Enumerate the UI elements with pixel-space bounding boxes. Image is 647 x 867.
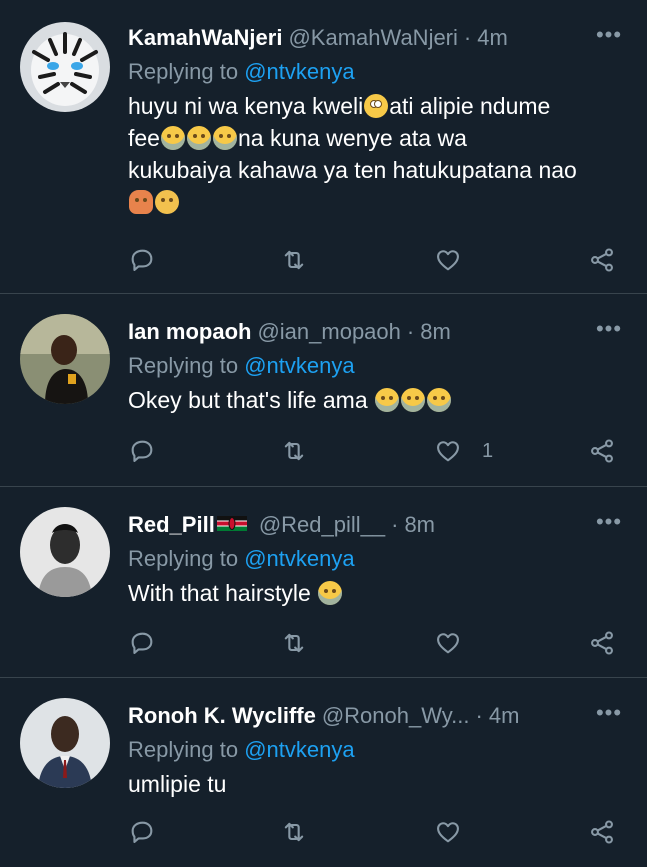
tweet-text-part: na kuna wenye ata wa — [237, 125, 467, 151]
tweet-text-part: ati alipie ndume — [389, 93, 551, 119]
display-name[interactable]: KamahWaNjeri — [128, 25, 282, 50]
reply-icon — [131, 249, 153, 271]
separator-dot: · — [406, 319, 415, 344]
replying-prefix: Replying to — [128, 353, 245, 378]
reply-button[interactable] — [128, 623, 156, 663]
rolling-laughing-emoji-icon — [375, 388, 400, 412]
rolling-laughing-emoji-icon — [427, 388, 452, 412]
retweet-icon — [284, 250, 304, 270]
tweet-text-part: fee — [128, 125, 160, 151]
share-icon — [591, 248, 613, 272]
share-button[interactable] — [588, 431, 616, 471]
mention-link[interactable]: @ntvkenya — [244, 353, 354, 378]
kenya-flag-icon — [216, 516, 247, 531]
timestamp[interactable]: 4m — [477, 25, 508, 50]
retweet-button[interactable] — [280, 431, 308, 471]
tweet-text: Okey but that's life ama — [128, 384, 627, 416]
avatar[interactable] — [20, 507, 110, 597]
like-icon — [437, 822, 459, 843]
reply-icon — [131, 440, 153, 462]
tweet-text-part: kukubaiya kahawa ya ten hatukupatana nao — [128, 157, 577, 183]
pensive-emoji-icon — [155, 190, 179, 214]
replying-to: Replying to @ntvkenya — [128, 350, 627, 382]
tweet[interactable]: KamahWaNjeri @KamahWaNjeri · 4m ••• Replyin… — [0, 0, 647, 294]
replying-prefix: Replying to — [128, 737, 245, 762]
retweet-button[interactable] — [280, 240, 308, 280]
tweet-text-part: umlipie tu — [128, 771, 227, 797]
retweet-button[interactable] — [280, 623, 308, 663]
like-icon — [437, 250, 459, 271]
crying-emoji-icon — [318, 581, 343, 605]
timestamp[interactable]: 8m — [404, 512, 435, 537]
avatar[interactable] — [20, 314, 110, 404]
tweet-text: huyu ni wa kenya kweli ati alipie ndume f… — [128, 90, 627, 218]
more-icon[interactable]: ••• — [591, 24, 627, 52]
timestamp[interactable]: 8m — [420, 319, 451, 344]
share-icon — [591, 439, 613, 463]
tweet-text-part: huyu ni wa kenya kweli — [128, 93, 364, 119]
crying-emoji-icon — [186, 126, 211, 150]
like-button[interactable]: 1 — [434, 431, 493, 471]
like-icon — [437, 441, 459, 462]
like-count: 1 — [482, 439, 494, 462]
tweet[interactable]: Ian mopaoh @ian_mopaoh · 8m ••• Replying to… — [0, 294, 647, 487]
tweet-text-part: With that hairstyle — [128, 580, 318, 606]
reply-button[interactable] — [128, 431, 156, 471]
share-button[interactable] — [588, 623, 616, 663]
avatar[interactable] — [20, 22, 110, 112]
reply-button[interactable] — [128, 812, 156, 852]
display-name[interactable]: Ronoh K. Wycliffe — [128, 703, 316, 728]
share-icon — [591, 631, 613, 655]
replying-prefix: Replying to — [128, 59, 245, 84]
like-button[interactable] — [434, 240, 482, 280]
retweet-icon — [284, 441, 304, 461]
avatar[interactable] — [20, 698, 110, 788]
separator-dot: · — [463, 25, 472, 50]
separator-dot: · — [391, 512, 399, 537]
tweet-text: umlipie tu — [128, 768, 627, 800]
separator-dot: · — [475, 703, 483, 728]
like-icon — [437, 633, 459, 654]
like-button[interactable] — [434, 623, 482, 663]
user-handle[interactable]: @Ronoh_Wy... — [322, 703, 470, 728]
reply-icon — [131, 632, 153, 654]
user-handle[interactable]: @ian_mopaoh — [257, 319, 400, 344]
tweet-text-part: Okey but that's life ama — [128, 387, 375, 413]
mention-link[interactable]: @ntvkenya — [244, 546, 354, 571]
replying-to: Replying to @ntvkenya — [128, 734, 627, 766]
more-icon[interactable]: ••• — [591, 318, 627, 346]
crying-emoji-icon — [212, 126, 237, 150]
rolling-laughing-emoji-icon — [401, 388, 426, 412]
retweet-icon — [284, 822, 304, 842]
person-emoji-icon — [129, 190, 153, 214]
tweet[interactable]: Ronoh K. Wycliffe @Ronoh_Wy... · 4m ••• Rep… — [0, 678, 647, 867]
replying-to: Replying to @ntvkenya — [128, 543, 627, 575]
user-handle[interactable]: @KamahWaNjeri — [288, 25, 457, 50]
mention-link[interactable]: @ntvkenya — [244, 59, 354, 84]
replying-prefix: Replying to — [128, 546, 245, 571]
more-icon[interactable]: ••• — [591, 511, 627, 539]
display-name[interactable]: Red_Pill — [128, 512, 215, 537]
share-icon — [591, 820, 613, 844]
crying-emoji-icon — [160, 126, 185, 150]
share-button[interactable] — [588, 812, 616, 852]
replying-to: Replying to @ntvkenya — [128, 56, 627, 88]
reply-icon — [131, 821, 153, 843]
timestamp[interactable]: 4m — [489, 703, 520, 728]
tweet[interactable]: Red_Pill @Red_pill__ · 8m ••• Replying to @… — [0, 487, 647, 678]
retweet-icon — [284, 633, 304, 653]
display-name[interactable]: Ian mopaoh — [128, 319, 251, 344]
flushed-emoji-icon — [364, 94, 389, 118]
share-button[interactable] — [588, 240, 616, 280]
retweet-button[interactable] — [280, 812, 308, 852]
more-icon[interactable]: ••• — [591, 702, 627, 730]
mention-link[interactable]: @ntvkenya — [244, 737, 354, 762]
reply-button[interactable] — [128, 240, 156, 280]
user-handle[interactable]: @Red_pill__ — [259, 512, 385, 537]
tweet-text: With that hairstyle — [128, 577, 627, 609]
like-button[interactable] — [434, 812, 482, 852]
